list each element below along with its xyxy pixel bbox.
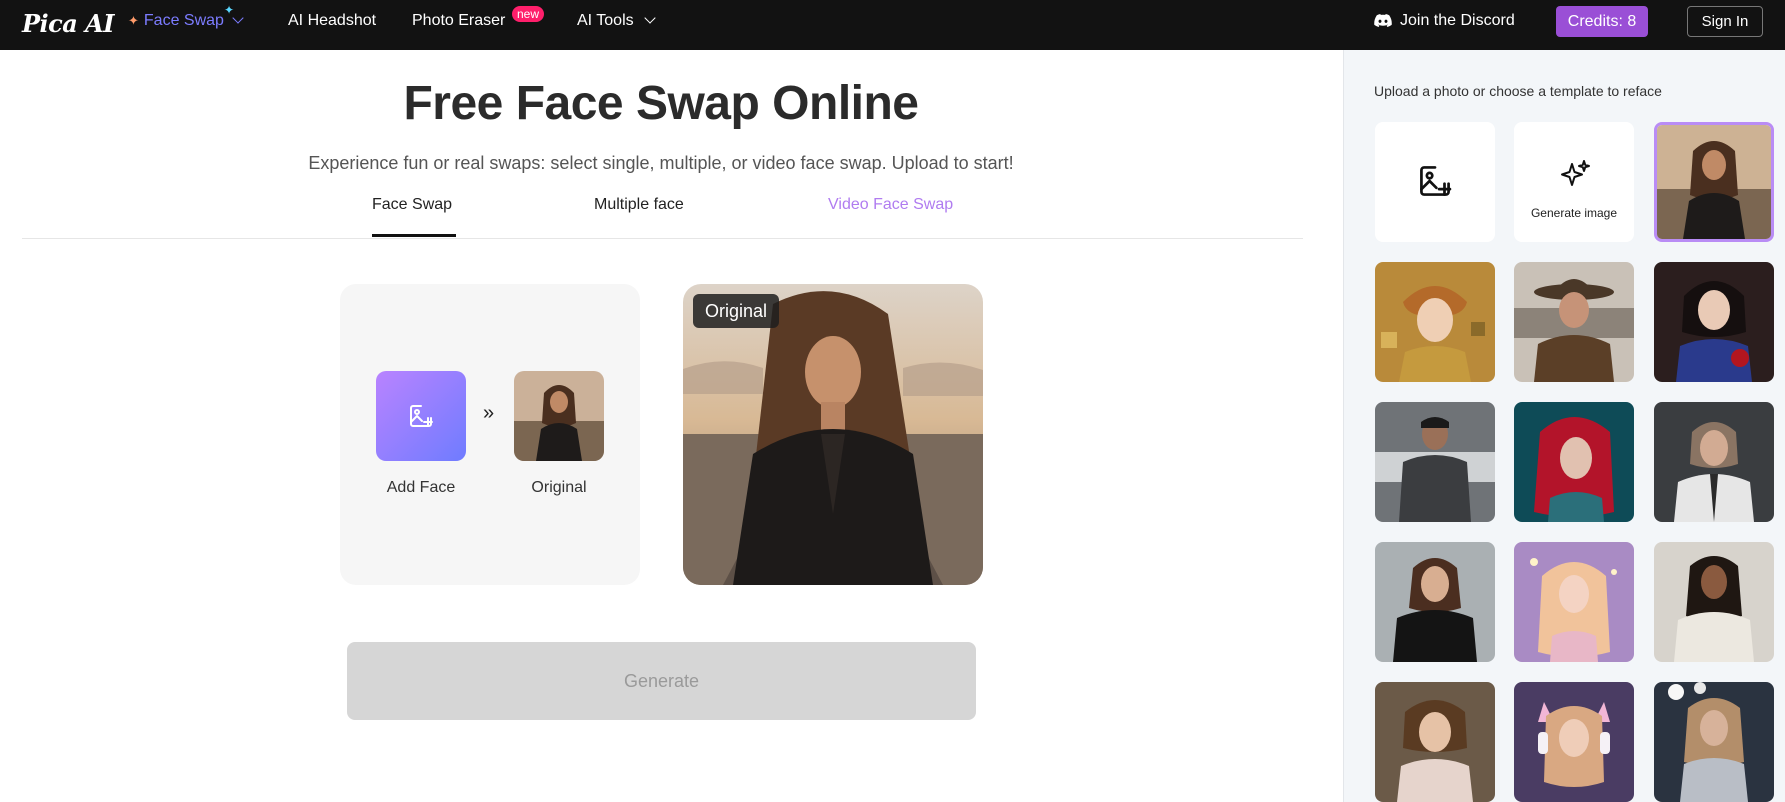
template-thumbnail [1514,402,1634,522]
template-biker-woman-selected[interactable] [1654,122,1774,242]
original-label: Original [531,479,587,496]
credits-button[interactable]: Credits: 8 [1556,6,1648,37]
woman-portrait-thumbnail [514,371,604,461]
template-thumbnail [1514,542,1634,662]
nav-face-swap[interactable]: ✦ Face Swap ✦ [128,0,244,42]
template-thumbnail [1375,682,1495,802]
nav-ai-tools-label: AI Tools [577,12,634,29]
template-snow-white[interactable] [1654,262,1774,382]
page-subtitle: Experience fun or real swaps: select sin… [308,153,1014,173]
nav-face-swap-label: Face Swap [143,12,224,29]
generate-image-tile[interactable]: Generate image [1514,122,1634,242]
join-discord-link[interactable]: Join the Discord [1374,0,1515,42]
sparkles-icon [1561,160,1590,186]
template-thumbnail [1657,125,1771,239]
sidebar-hint: Upload a photo or choose a template to r… [1374,83,1662,99]
generate-image-label: Generate image [1530,206,1618,220]
template-woman-white-jacket[interactable] [1654,402,1774,522]
template-sidebar: Upload a photo or choose a template to r… [1343,50,1785,802]
original-preview: Original [683,284,983,585]
tab-video-face-swap[interactable]: Video Face Swap [828,196,953,214]
pica-ai-logo[interactable]: Pica AI [22,9,115,38]
template-thumbnail [1654,402,1774,522]
nav-ai-headshot[interactable]: AI Headshot [288,0,376,42]
template-thumbnail [1514,262,1634,382]
add-image-icon [1420,166,1452,196]
template-red-haired-mermaid[interactable] [1514,402,1634,522]
template-man-on-car[interactable] [1375,402,1495,522]
sparkle-icon: ✦ [128,13,139,28]
template-thumbnail [1375,402,1495,522]
nav-ai-tools[interactable]: AI Tools [577,0,656,42]
page-title: Free Face Swap Online [403,77,919,130]
preview-original-tag: Original [693,294,780,328]
chevron-down-icon [643,12,656,24]
sparkle-small-icon: ✦ [224,3,235,17]
template-thumbnail [1514,682,1634,802]
nav-photo-eraser-label: Photo Eraser [412,12,506,29]
double-arrow-icon: » [483,402,495,424]
sign-in-button[interactable]: Sign In [1687,6,1763,37]
upload-photo-tile[interactable] [1375,122,1495,242]
tab-divider [22,238,1303,239]
template-woman-beige-blazer[interactable] [1654,542,1774,662]
template-thumbnail [1654,682,1774,802]
template-vintage-woman[interactable] [1375,682,1495,802]
add-face-button[interactable] [376,371,466,461]
tab-face-swap[interactable]: Face Swap [372,196,452,214]
woman-in-leather-jacket-photo [683,284,983,585]
template-sequin-dress-woman[interactable] [1654,682,1774,802]
original-thumbnail[interactable] [514,371,604,461]
template-thumbnail [1375,542,1495,662]
main-content: Free Face Swap Online Experience fun or … [0,50,1343,802]
discord-label: Join the Discord [1400,12,1515,29]
template-woman-black-blazer[interactable] [1375,542,1495,662]
nav-photo-eraser[interactable]: Photo Eraser new [412,0,545,42]
template-cowboy[interactable] [1514,262,1634,382]
template-fairy-blonde[interactable] [1514,542,1634,662]
top-navigation-bar: Pica AI ✦ Face Swap ✦ AI Headshot Photo Er… [0,0,1785,50]
template-cat-ear-headphones[interactable] [1514,682,1634,802]
template-klimt-redhead[interactable] [1375,262,1495,382]
face-swap-card: » Add Face Original [340,284,640,585]
template-thumbnail [1654,542,1774,662]
tab-multiple-face[interactable]: Multiple face [594,196,684,214]
active-tab-indicator [372,234,456,237]
add-face-label: Add Face [386,479,456,496]
discord-icon [1374,14,1392,27]
add-image-icon [410,405,433,427]
new-badge: new [512,6,545,22]
template-thumbnail [1375,262,1495,382]
generate-button[interactable]: Generate [347,642,976,720]
template-thumbnail [1654,262,1774,382]
